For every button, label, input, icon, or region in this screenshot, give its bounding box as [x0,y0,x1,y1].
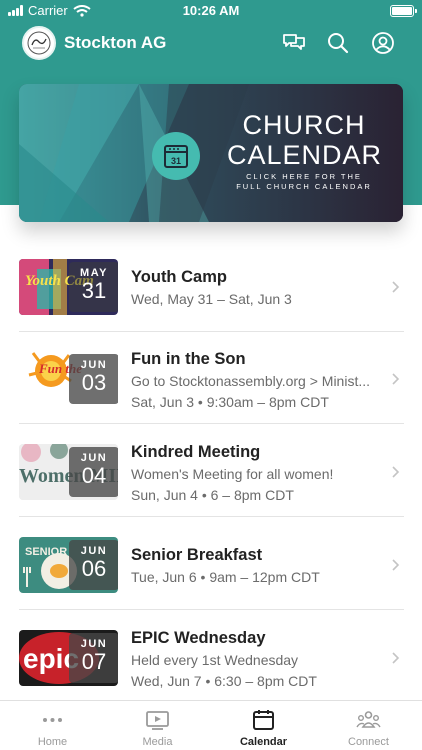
date-badge: JUN 07 [69,633,118,683]
tab-calendar[interactable]: Calendar [211,701,316,750]
search-icon[interactable] [326,31,350,55]
event-line1: Wed, May 31 – Sat, Jun 3 [131,291,292,307]
calendar-glyph-day: 31 [171,156,181,166]
tab-home[interactable]: Home [0,701,105,750]
church-logo[interactable] [22,26,56,60]
chevron-right-icon [392,281,400,293]
chevron-right-icon [392,466,400,478]
date-badge: JUN 06 [69,540,118,590]
event-line2: Sun, Jun 4 • 6 – 8pm CDT [131,487,294,503]
app-title: Stockton AG [64,33,167,52]
date-badge: JUN 03 [69,354,118,404]
event-title: EPIC Wednesday [131,629,266,647]
calendar-glyph: 31 [164,145,188,168]
event-line2: Wed, Jun 7 • 6:30 – 8pm CDT [131,673,317,689]
people-icon [356,711,381,728]
row-divider [19,516,404,517]
event-row-epic-wednesday[interactable]: epic JUN 07 EPIC Wednesday Held every 1s… [0,611,422,703]
event-line1: Tue, Jun 6 • 9am – 12pm CDT [131,569,320,585]
status-time: 10:26 AM [182,3,240,18]
date-day: 06 [81,556,107,581]
event-thumbnail: Youth Cam MAY 31 [19,259,118,315]
calendar-icon [253,710,274,730]
event-row-senior-breakfast[interactable]: SENIOR JUN 06 Senior Breakfast Tue, Jun … [0,518,422,610]
church-calendar-banner[interactable]: 31 CHURCH CALENDAR CLICK HERE FOR THE FU… [19,84,403,222]
event-title: Fun in the Son [131,350,246,368]
row-divider [19,423,404,424]
date-badge: MAY 31 [69,262,118,312]
banner-title-line2: CALENDAR [227,140,383,170]
senior-art-text: SENIOR [25,546,67,558]
event-row-youth-camp[interactable]: Youth Cam MAY 31 Youth Camp Wed, May 31 … [0,240,422,332]
chevron-right-icon [392,559,400,571]
event-thumbnail: Women MINISTRY JUN 04 [19,444,118,500]
dots-icon [43,718,62,722]
chevron-right-icon [392,652,400,664]
date-badge: JUN 04 [69,447,118,497]
event-thumbnail: Fun the JUN 03 [19,351,118,407]
date-day: 04 [81,463,107,488]
tab-bar: Home Media Calendar Connect [0,700,422,750]
banner-title-line1: CHURCH [242,110,366,140]
date-day: 31 [81,278,107,303]
calendar-badge-icon: 31 [152,132,200,180]
chat-icon[interactable] [282,31,306,55]
status-bar: Carrier 10:26 AM [0,0,422,22]
tab-media[interactable]: Media [105,701,210,750]
tab-label: Calendar [239,736,288,748]
media-icon [146,711,169,730]
app-header: Stockton AG [0,25,422,65]
event-title: Senior Breakfast [131,546,263,564]
event-thumbnail: SENIOR JUN 06 [19,537,118,593]
event-row-fun-in-the-son[interactable]: Fun the JUN 03 Fun in the Son Go to Stoc… [0,332,422,424]
row-divider [19,609,404,610]
tab-label: Connect [348,736,389,748]
church-logo-mark [27,31,51,55]
event-line1: Held every 1st Wednesday [131,652,299,668]
event-line1: Go to Stocktonassembly.org > Minist... [131,373,371,389]
tab-label: Media [142,736,173,748]
banner-subtitle-line2: FULL CHURCH CALENDAR [236,182,372,191]
battery-icon [390,5,417,17]
banner-subtitle-line1: CLICK HERE FOR THE [246,172,362,181]
event-row-kindred-meeting[interactable]: Women MINISTRY JUN 04 Kindred Meeting Wo… [0,425,422,517]
event-line2: Sat, Jun 3 • 9:30am – 8pm CDT [131,394,329,410]
event-title: Kindred Meeting [131,443,261,461]
tab-label: Home [37,736,68,748]
date-day: 03 [81,370,107,395]
chevron-right-icon [392,373,400,385]
event-title: Youth Camp [131,268,227,286]
event-line1: Women's Meeting for all women! [131,466,334,482]
event-thumbnail: epic JUN 07 [19,630,118,686]
date-day: 07 [81,649,107,674]
tab-connect[interactable]: Connect [316,701,421,750]
profile-icon[interactable] [371,31,395,55]
